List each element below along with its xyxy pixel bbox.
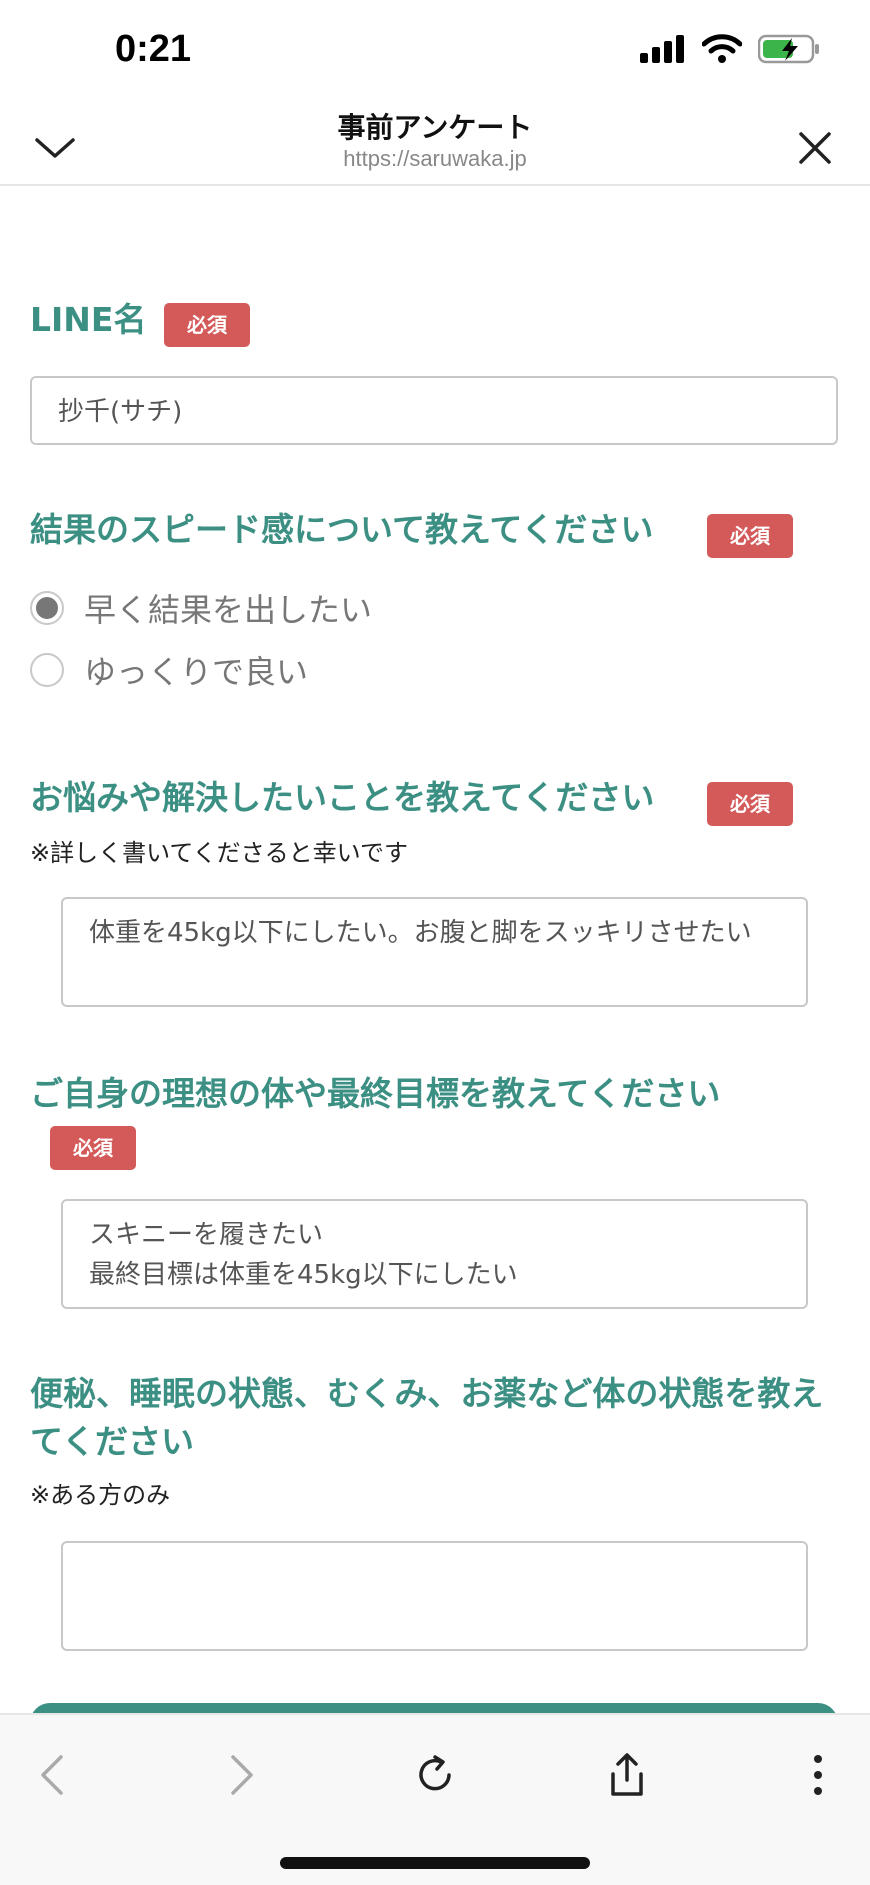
line-name-input[interactable]: 抄千(サチ) <box>30 376 838 445</box>
battery-icon <box>758 34 819 64</box>
worries-textarea[interactable]: 体重を45kg以下にしたい。お腹と脚をスッキリさせたい <box>61 897 808 1007</box>
share-button[interactable] <box>597 1745 657 1805</box>
required-badge: 必須 <box>50 1126 136 1170</box>
status-time: 0:21 <box>115 28 192 70</box>
worries-note: ※詳しく書いてくださると幸いです <box>30 839 408 867</box>
speed-label: 結果のスピード感について教えてください <box>30 510 654 549</box>
speed-option-slow[interactable]: ゆっくりで良い <box>30 647 308 693</box>
speed-option-label: ゆっくりで良い <box>84 653 309 691</box>
reload-button[interactable] <box>405 1745 465 1805</box>
signal-icon <box>640 35 684 63</box>
close-button[interactable] <box>785 118 845 178</box>
speed-option-fast[interactable]: 早く結果を出したい <box>30 585 372 631</box>
home-indicator <box>280 1857 590 1869</box>
goal-label: ご自身の理想の体や最終目標を教えてください <box>30 1074 721 1113</box>
more-button[interactable] <box>788 1745 848 1805</box>
condition-note: ※ある方のみ <box>30 1481 171 1509</box>
condition-textarea[interactable] <box>61 1541 808 1651</box>
back-icon <box>41 1755 63 1795</box>
reload-icon <box>419 1755 451 1791</box>
required-badge: 必須 <box>707 514 793 558</box>
close-icon <box>799 132 831 164</box>
page-title: 事前アンケート <box>337 111 533 144</box>
share-icon <box>611 1753 643 1796</box>
line-name-label: LINE名 <box>30 300 147 339</box>
more-icon <box>814 1755 822 1795</box>
back-button[interactable] <box>22 1745 82 1805</box>
forward-icon <box>231 1755 253 1795</box>
speed-option-label: 早く結果を出したい <box>84 591 373 629</box>
wifi-icon <box>702 34 742 63</box>
status-icons <box>640 34 820 64</box>
page-url: https://saruwaka.jp <box>343 146 527 171</box>
worries-label: お悩みや解決したいことを教えてください <box>30 778 655 817</box>
status-bar: 0:21 <box>0 0 870 100</box>
forward-button[interactable] <box>212 1745 272 1805</box>
radio-unselected[interactable] <box>30 653 64 687</box>
required-badge: 必須 <box>164 303 250 347</box>
required-badge: 必須 <box>707 782 793 826</box>
radio-selected[interactable] <box>30 591 64 625</box>
browser-header: 事前アンケート https://saruwaka.jp <box>0 100 870 186</box>
condition-label: 便秘、睡眠の状態、むくみ、お薬など体の状態を教えてください <box>30 1374 824 1461</box>
goal-textarea[interactable]: スキニーを履きたい 最終目標は体重を45kg以下にしたい <box>61 1199 808 1309</box>
